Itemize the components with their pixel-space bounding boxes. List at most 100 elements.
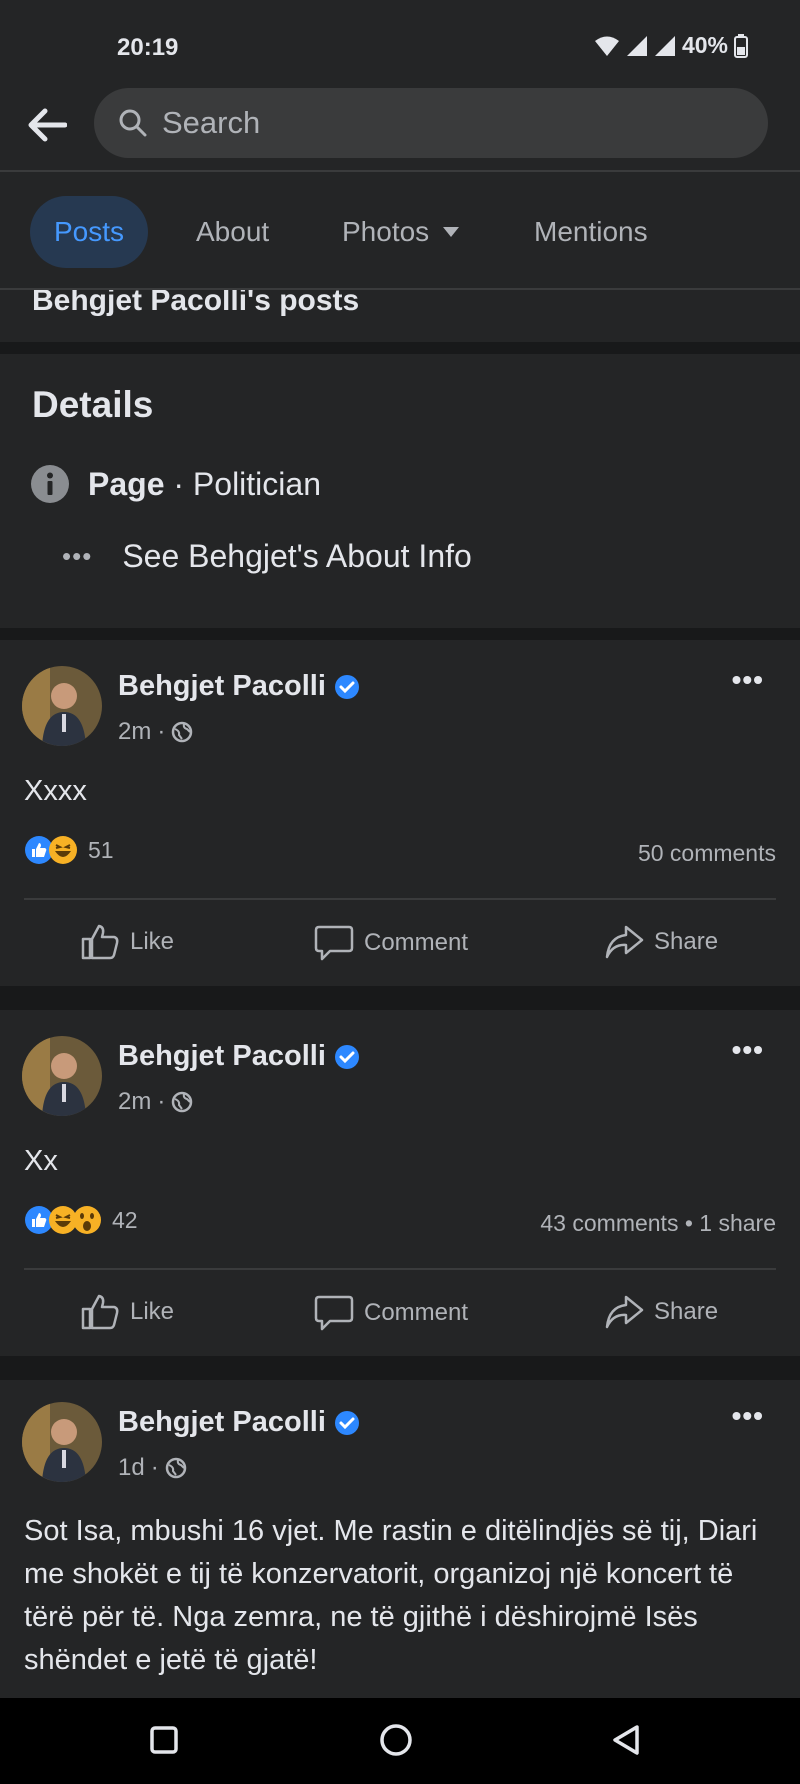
share-icon — [605, 925, 644, 959]
tab-mentions[interactable]: Mentions — [510, 196, 672, 268]
post-more-button[interactable]: ••• — [732, 1400, 764, 1432]
info-icon — [31, 465, 69, 503]
comment-button[interactable]: Comment — [314, 924, 468, 962]
reaction-count: 42 — [112, 1206, 138, 1233]
comment-icon — [314, 925, 354, 961]
post-more-button[interactable]: ••• — [732, 664, 764, 696]
post-meta-sep: · — [157, 1088, 166, 1115]
circle-icon — [380, 1724, 412, 1756]
battery-percent: 40% — [681, 32, 728, 58]
more-dots-icon: ••• — [62, 541, 93, 571]
author-name: Behgjet Pacolli — [118, 1040, 326, 1072]
status-icons: 40% — [594, 32, 748, 59]
post-more-button[interactable]: ••• — [732, 1034, 764, 1066]
avatar-image — [22, 666, 102, 746]
reactions-summary[interactable]: 42 — [24, 1205, 138, 1235]
comment-label: Comment — [364, 1299, 469, 1326]
post-counts[interactable]: 43 comments • 1 share — [540, 1210, 776, 1237]
battery-icon — [734, 33, 748, 58]
wow-reaction-icon — [73, 1206, 101, 1234]
avatar-image — [22, 1402, 102, 1482]
search-input[interactable] — [162, 105, 722, 141]
signal-icon — [626, 35, 647, 56]
like-label: Like — [130, 928, 175, 955]
reactions-summary[interactable]: 51 — [24, 835, 114, 865]
share-icon — [605, 1295, 644, 1329]
reaction-icons — [24, 1205, 101, 1235]
verified-badge-icon — [334, 1044, 359, 1069]
tab-about-label: About — [196, 216, 270, 247]
system-nav-bar — [0, 1698, 800, 1784]
post-time: 2m — [118, 1088, 152, 1115]
like-button[interactable]: Like — [80, 1294, 174, 1330]
tab-posts[interactable]: Posts — [30, 196, 149, 268]
profile-tabs: Posts About Photos Mentions — [0, 172, 800, 290]
tab-mentions-label: Mentions — [534, 216, 648, 247]
top-bar — [0, 82, 800, 172]
post-time: 2m — [118, 718, 152, 745]
globe-icon — [172, 1091, 193, 1113]
post-meta: 1d · — [118, 1454, 187, 1482]
home-button[interactable] — [376, 1720, 416, 1760]
reaction-icons — [24, 835, 77, 865]
share-label: Share — [654, 928, 719, 955]
back-nav-button[interactable] — [606, 1720, 646, 1760]
category-page: Page — [88, 465, 165, 502]
see-about-info-link[interactable]: ••• See Behgjet's About Info — [62, 538, 472, 575]
about-link-label: See Behgjet's About Info — [122, 538, 472, 574]
avatar[interactable] — [22, 1036, 102, 1116]
tab-about[interactable]: About — [172, 196, 293, 268]
category-value: Politician — [192, 465, 321, 502]
comment-label: Comment — [364, 929, 469, 956]
author-name: Behgjet Pacolli — [118, 1406, 326, 1438]
globe-icon — [165, 1457, 186, 1479]
category-sep: · — [164, 465, 193, 502]
post-card: Behgjet Pacolli 2m · ••• Xx 42 43 commen… — [0, 1010, 800, 1356]
search-bar[interactable] — [94, 88, 768, 158]
back-button[interactable] — [22, 102, 72, 148]
share-button[interactable]: Share — [604, 1294, 718, 1330]
post-time: 1d — [118, 1454, 145, 1481]
like-icon — [81, 1294, 119, 1330]
triangle-back-icon — [613, 1725, 639, 1755]
post-text: Xxxx — [24, 775, 87, 807]
reaction-count: 51 — [88, 836, 114, 863]
comment-icon — [314, 1295, 354, 1331]
tab-photos-label: Photos — [342, 216, 430, 247]
wifi-icon — [594, 36, 619, 56]
search-icon — [119, 109, 147, 137]
author-name: Behgjet Pacolli — [118, 670, 326, 702]
divider — [24, 1268, 776, 1270]
status-time: 20:19 — [117, 34, 179, 61]
haha-reaction-icon — [49, 836, 77, 864]
divider — [24, 898, 776, 900]
back-arrow-icon — [28, 108, 67, 142]
comment-button[interactable]: Comment — [314, 1294, 468, 1332]
post-author[interactable]: Behgjet Pacolli — [118, 1406, 360, 1439]
recents-button[interactable] — [144, 1720, 184, 1760]
post-text: Xx — [24, 1145, 58, 1177]
signal-icon-2 — [654, 35, 675, 56]
post-author[interactable]: Behgjet Pacolli — [118, 1040, 360, 1073]
avatar[interactable] — [22, 666, 102, 746]
globe-icon — [172, 721, 193, 743]
post-meta-sep: · — [150, 1454, 159, 1481]
avatar[interactable] — [22, 1402, 102, 1482]
verified-badge-icon — [334, 1410, 359, 1435]
details-title: Details — [32, 384, 154, 425]
post-counts[interactable]: 50 comments — [638, 840, 776, 867]
status-bar: 20:19 40% — [0, 0, 800, 90]
share-button[interactable]: Share — [604, 924, 718, 960]
like-button[interactable]: Like — [80, 924, 174, 960]
post-meta: 2m · — [118, 718, 193, 746]
post-author[interactable]: Behgjet Pacolli — [118, 670, 360, 703]
details-category: Page · Politician — [30, 464, 321, 504]
post-meta-sep: · — [157, 718, 166, 745]
details-card: Details Page · Politician ••• See Behgje… — [0, 354, 800, 628]
verified-badge-icon — [334, 674, 359, 699]
posts-heading-band: Behgjet Pacolli's posts — [0, 290, 800, 342]
post-text: Sot Isa, mbushi 16 vjet. Me rastin e dit… — [24, 1515, 758, 1676]
tab-photos[interactable]: Photos — [318, 196, 483, 268]
posts-heading: Behgjet Pacolli's posts — [32, 290, 360, 317]
share-label: Share — [654, 1298, 719, 1325]
